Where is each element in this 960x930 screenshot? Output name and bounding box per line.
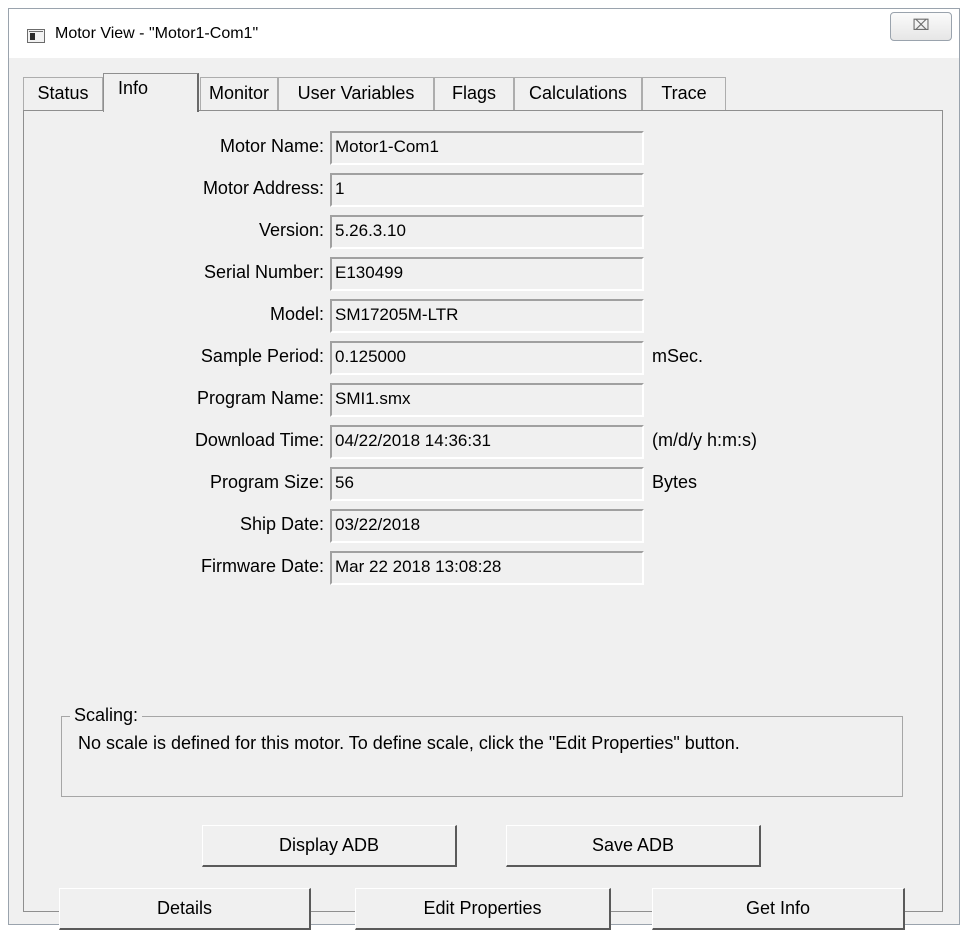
- ship-date-label: Ship Date:: [239, 514, 324, 534]
- download-time-label: Download Time:: [194, 430, 324, 450]
- details-button[interactable]: Details: [59, 888, 311, 930]
- edit-properties-button[interactable]: Edit Properties: [355, 888, 611, 930]
- tab-calculations[interactable]: Calculations: [514, 77, 642, 110]
- serial-number-field: E130499: [330, 257, 644, 291]
- tab-user-variables[interactable]: User Variables: [278, 77, 434, 110]
- version-field: 5.26.3.10: [330, 215, 644, 249]
- scaling-groupbox: Scaling: No scale is defined for this mo…: [61, 705, 903, 797]
- close-button[interactable]: ⌧: [890, 12, 952, 41]
- title-bar[interactable]: Motor View - "Motor1-Com1" ⌧: [9, 9, 959, 59]
- display-adb-button[interactable]: Display ADB: [202, 825, 457, 867]
- program-name-field: SMI1.smx: [330, 383, 644, 417]
- download-time-unit: (m/d/y h:m:s): [652, 430, 758, 450]
- close-icon: ⌧: [912, 17, 930, 34]
- motor-address-field: 1: [330, 173, 644, 207]
- info-panel: Motor Name: Motor1-Com1 Motor Address: 1…: [23, 110, 943, 930]
- program-name-label: Program Name:: [196, 388, 324, 408]
- model-label: Model:: [269, 304, 324, 324]
- tab-flags[interactable]: Flags: [434, 77, 514, 110]
- motor-name-field: Motor1-Com1: [330, 131, 644, 165]
- tab-strip: Status Info Monitor User Variables Flags…: [23, 73, 943, 112]
- motor-address-label: Motor Address:: [202, 178, 324, 198]
- motor-view-window: Motor View - "Motor1-Com1" ⌧ Status Info…: [8, 8, 960, 930]
- save-adb-button[interactable]: Save ADB: [506, 825, 761, 867]
- get-info-button[interactable]: Get Info: [652, 888, 905, 930]
- app-window-icon: [27, 29, 45, 43]
- motor-name-label: Motor Name:: [219, 136, 324, 156]
- sample-period-unit: mSec.: [652, 346, 704, 366]
- tab-trace[interactable]: Trace: [642, 77, 726, 110]
- program-size-unit: Bytes: [652, 472, 698, 492]
- scaling-description: No scale is defined for this motor. To d…: [78, 733, 740, 753]
- window-title: Motor View - "Motor1-Com1": [55, 25, 259, 42]
- sample-period-label: Sample Period:: [200, 346, 324, 366]
- firmware-date-field: Mar 22 2018 13:08:28: [330, 551, 644, 585]
- download-time-field: 04/22/2018 14:36:31: [330, 425, 644, 459]
- firmware-date-label: Firmware Date:: [200, 556, 324, 576]
- tab-monitor[interactable]: Monitor: [200, 77, 278, 110]
- sample-period-field: 0.125000: [330, 341, 644, 375]
- model-field: SM17205M-LTR: [330, 299, 644, 333]
- scaling-group-title: Scaling:: [70, 705, 143, 726]
- ship-date-field: 03/22/2018: [330, 509, 644, 543]
- tab-status[interactable]: Status: [23, 77, 103, 110]
- version-label: Version:: [258, 220, 324, 240]
- tab-info[interactable]: Info: [103, 73, 199, 112]
- client-area: Status Info Monitor User Variables Flags…: [9, 58, 959, 930]
- program-size-label: Program Size:: [209, 472, 324, 492]
- serial-number-label: Serial Number:: [203, 262, 324, 282]
- program-size-field: 56: [330, 467, 644, 501]
